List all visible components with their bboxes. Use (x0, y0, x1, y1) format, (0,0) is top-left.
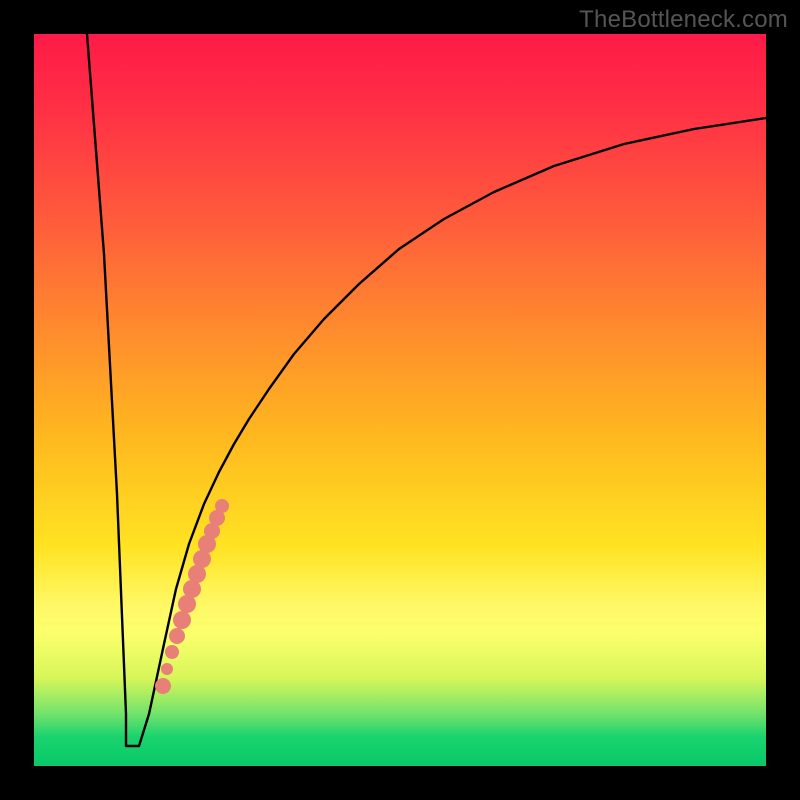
highlight-dot (169, 628, 185, 644)
highlight-dot (165, 645, 179, 659)
bottleneck-curve (87, 34, 766, 746)
highlight-dots-group (155, 499, 229, 694)
chart-svg (34, 34, 766, 766)
highlight-dot (161, 663, 173, 675)
watermark-text: TheBottleneck.com (579, 6, 788, 34)
plot-area (34, 34, 766, 766)
highlight-dot (173, 611, 191, 629)
highlight-dot (155, 678, 171, 694)
highlight-dot (215, 499, 229, 513)
chart-frame: TheBottleneck.com (0, 0, 800, 800)
